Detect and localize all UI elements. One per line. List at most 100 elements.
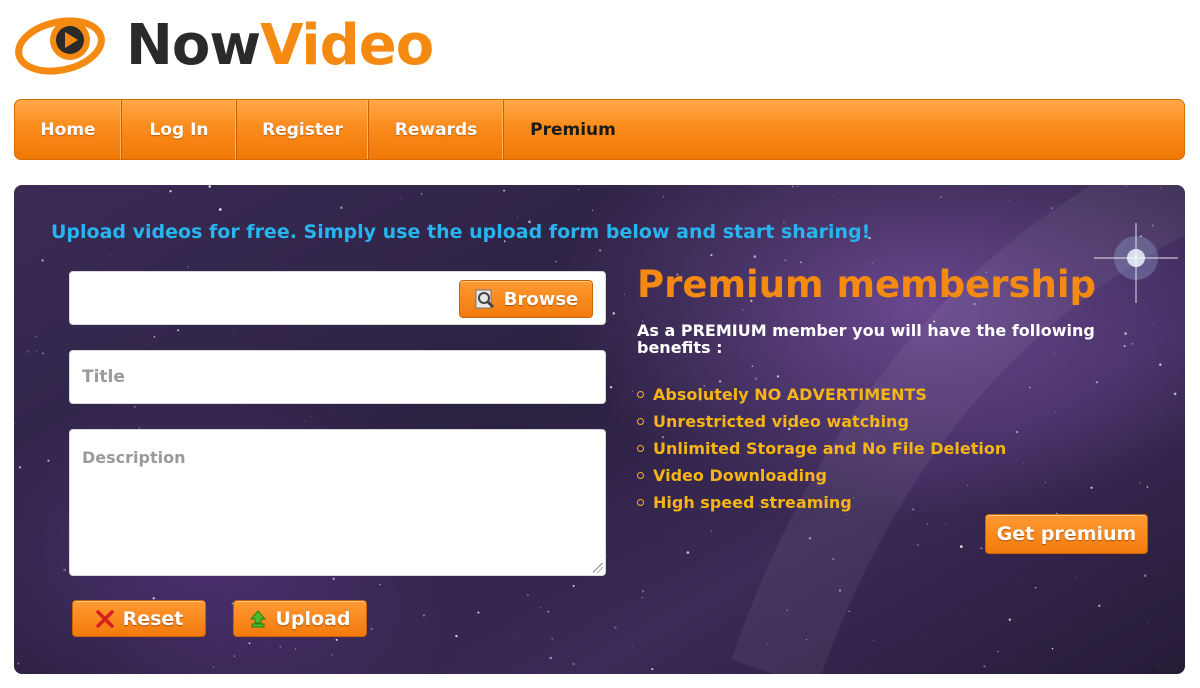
- nav-premium[interactable]: Premium: [504, 100, 642, 159]
- star: [1045, 481, 1047, 483]
- star: [1151, 224, 1155, 227]
- star: [1143, 574, 1147, 577]
- star: [187, 266, 189, 268]
- star: [35, 335, 38, 338]
- star: [751, 365, 753, 367]
- magnifier-file-icon: [475, 289, 494, 309]
- logo-word-now: Now: [126, 13, 261, 78]
- get-premium-label: Get premium: [996, 523, 1137, 545]
- star: [233, 655, 236, 657]
- star: [997, 650, 999, 653]
- star: [1074, 576, 1076, 577]
- star: [400, 198, 402, 199]
- star: [1147, 621, 1149, 623]
- star: [547, 610, 550, 613]
- file-field[interactable]: Browse: [69, 271, 606, 325]
- upload-button[interactable]: Upload: [233, 600, 367, 637]
- star: [29, 304, 31, 306]
- star: [784, 259, 787, 262]
- browse-button[interactable]: Browse: [459, 280, 593, 318]
- logo[interactable]: NowVideo: [14, 10, 434, 80]
- star: [786, 609, 788, 611]
- star: [739, 254, 740, 256]
- nav-register[interactable]: Register: [237, 100, 369, 159]
- x-icon: [95, 609, 114, 628]
- star: [1090, 486, 1093, 489]
- star: [211, 202, 212, 204]
- bullet-icon: [637, 445, 644, 452]
- star: [26, 350, 29, 353]
- star: [1146, 486, 1149, 488]
- star: [572, 584, 575, 587]
- star: [624, 293, 626, 295]
- nav-log-in[interactable]: Log In: [122, 100, 237, 159]
- benefit-text: Unrestricted video watching: [653, 412, 909, 431]
- description-field[interactable]: [69, 429, 606, 576]
- star: [792, 185, 794, 188]
- star: [248, 642, 251, 645]
- star: [14, 422, 15, 424]
- star: [477, 611, 480, 614]
- get-premium-button[interactable]: Get premium: [985, 514, 1148, 554]
- star: [18, 466, 22, 469]
- star: [47, 459, 50, 462]
- star: [295, 648, 297, 650]
- nav-home[interactable]: Home: [15, 100, 122, 159]
- star: [1045, 247, 1046, 249]
- star: [728, 372, 729, 374]
- star: [832, 558, 835, 560]
- star: [1060, 462, 1062, 464]
- star: [42, 352, 44, 355]
- benefit-text: Unlimited Storage and No File Deletion: [653, 439, 1007, 458]
- reset-button[interactable]: Reset: [72, 600, 206, 637]
- star: [555, 260, 557, 263]
- star: [1126, 554, 1128, 556]
- star: [1098, 604, 1101, 607]
- bullet-icon: [637, 499, 644, 506]
- star: [578, 189, 580, 191]
- benefit-text: Absolutely NO ADVERTIMENTS: [653, 385, 927, 404]
- star: [1051, 647, 1054, 650]
- star: [591, 209, 594, 212]
- star: [231, 333, 233, 335]
- title-input[interactable]: [70, 351, 605, 403]
- star: [797, 185, 799, 187]
- star: [959, 545, 963, 548]
- star: [808, 536, 812, 540]
- title-field[interactable]: [69, 350, 606, 404]
- browse-label: Browse: [503, 288, 579, 310]
- star: [872, 640, 874, 641]
- star: [980, 547, 983, 550]
- description-textarea[interactable]: [70, 430, 605, 575]
- star: [218, 208, 222, 211]
- star: [169, 190, 172, 193]
- nav-rewards[interactable]: Rewards: [369, 100, 504, 159]
- star: [838, 589, 842, 592]
- premium-title: Premium membership: [637, 263, 1097, 306]
- star: [370, 627, 373, 630]
- logo-word-video: Video: [260, 13, 434, 78]
- main-nav: Home Log In Register Rewards Premium: [14, 99, 1185, 160]
- star: [421, 193, 423, 195]
- star: [517, 217, 518, 219]
- star: [983, 665, 986, 668]
- play-icon: [15, 17, 105, 75]
- star: [710, 254, 713, 257]
- star: [710, 530, 713, 533]
- star: [1139, 482, 1141, 484]
- upload-label: Upload: [275, 607, 351, 630]
- star: [926, 523, 929, 525]
- star: [916, 544, 920, 547]
- benefit-item: Unrestricted video watching: [637, 408, 1006, 435]
- star: [651, 668, 654, 671]
- star: [939, 251, 941, 253]
- star: [551, 637, 554, 640]
- star: [96, 263, 97, 265]
- benefit-text: High speed streaming: [653, 493, 852, 512]
- resize-grip-icon[interactable]: [593, 563, 603, 573]
- benefit-item: Absolutely NO ADVERTIMENTS: [637, 381, 1006, 408]
- star: [153, 336, 156, 338]
- star: [613, 626, 617, 629]
- star: [767, 643, 768, 645]
- premium-intro: As a PREMIUM member you will have the fo…: [637, 321, 1095, 357]
